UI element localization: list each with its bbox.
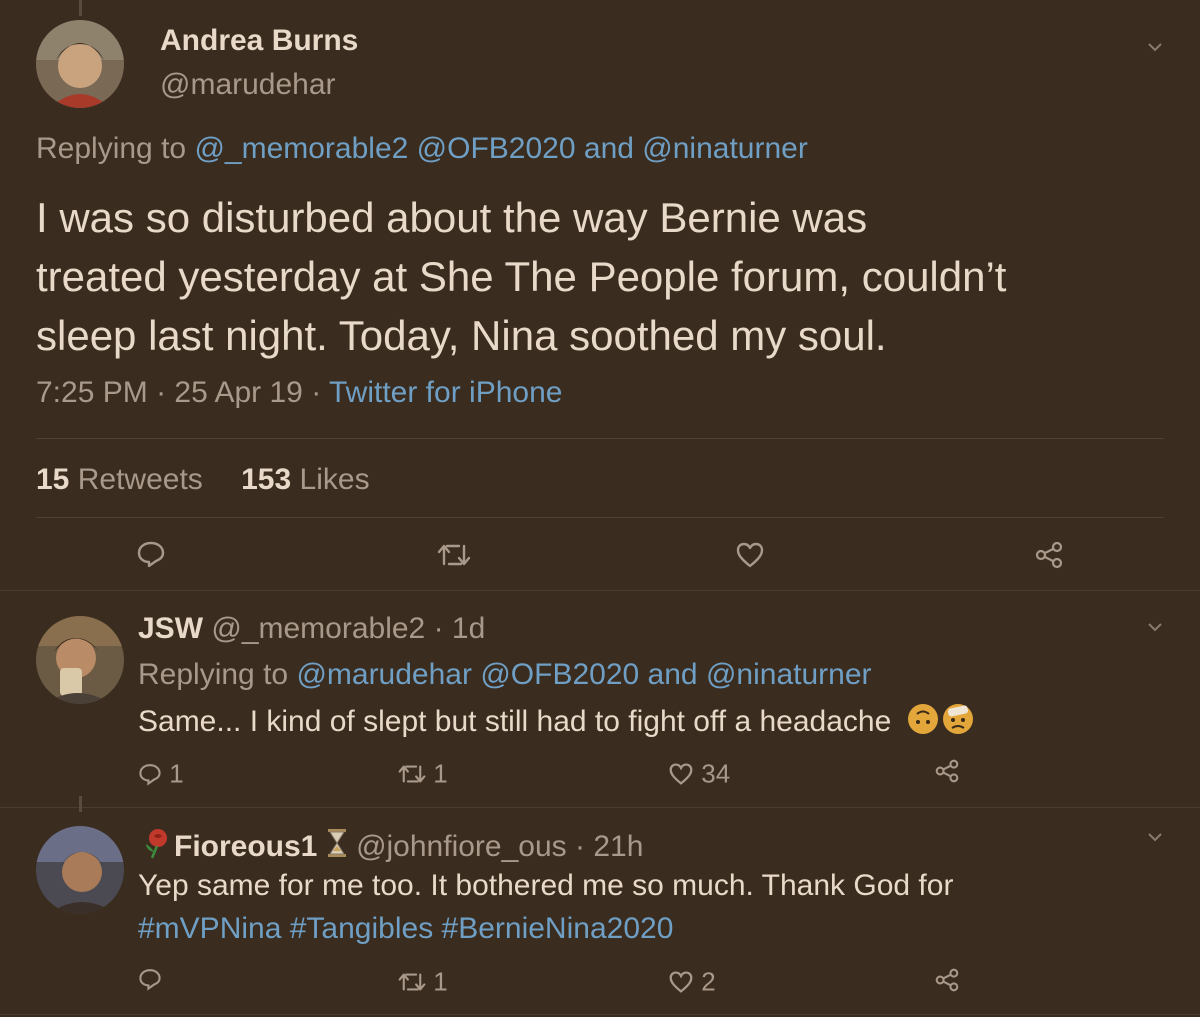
chevron-down-icon[interactable] [1146,828,1164,846]
replying-and: and [647,658,698,691]
tweet-text-line: sleep last night. Today, Nina soothed my… [36,312,887,359]
author-name[interactable]: JSW [138,612,203,645]
likes-count: 153 [241,463,292,496]
divider [36,517,1164,518]
reply-text: Yep same for me too. It bothered me so m… [138,869,954,902]
mention-link[interactable]: @_memorable2 [194,132,408,165]
tweet-time: 7:25 PM [36,376,148,409]
share-icon[interactable] [934,968,960,992]
reply-age: 1d [451,612,486,645]
avatar[interactable] [36,20,124,108]
chevron-down-icon[interactable] [1146,38,1164,56]
meta-separator: · [566,830,594,863]
hashtag-link[interactable]: #BernieNina2020 [442,912,674,945]
hashtag-link[interactable]: #Tangibles [290,912,433,945]
reply-age: 21h [593,830,644,863]
likes-label: Likes [299,463,370,496]
tweet-text-line: I was so disturbed about the way Bernie … [36,194,868,241]
retweet-icon[interactable] [437,542,471,568]
likes-stat[interactable]: 153 Likes [241,463,369,496]
retweet-icon[interactable]: 1 [398,757,448,790]
reply-icon[interactable]: 1 [138,757,184,790]
mention-link[interactable]: @OFB2020 [480,658,639,691]
upside-down-face-emoji-icon [906,702,940,744]
author-handle[interactable]: @_memorable2 [211,612,425,645]
like-icon[interactable]: 34 [668,757,730,790]
tweet-source[interactable]: Twitter for iPhone [329,376,562,409]
tweet-text-line: treated yesterday at She The People foru… [36,253,1007,300]
reply-count: 1 [169,758,184,789]
replying-and: and [583,132,634,165]
like-icon[interactable]: 2 [668,965,716,998]
bandage-face-emoji-icon [940,702,976,744]
mention-link[interactable]: @ninaturner [706,658,872,691]
retweet-count: 1 [433,758,448,789]
divider [0,1014,1200,1015]
mention-link[interactable]: @ninaturner [642,132,808,165]
replying-line: Replying to @marudehar @OFB2020 and @nin… [138,658,872,692]
reply-text: Same... I kind of slept but still had to… [138,704,892,738]
divider [0,590,1200,591]
replying-prefix: Replying to [138,658,289,691]
author-name[interactable]: Andrea Burns [160,24,358,58]
avatar[interactable] [36,826,124,914]
rose-emoji-icon [140,826,174,868]
engagement-stats: 15 Retweets 153 Likes [36,463,370,497]
divider [36,438,1164,439]
retweets-label: Retweets [77,463,203,496]
reply-icon[interactable] [136,540,166,568]
hourglass-emoji-icon [326,827,348,867]
share-icon[interactable] [934,759,960,783]
avatar[interactable] [36,616,124,704]
replying-line: Replying to @_memorable2 @OFB2020 and @n… [36,132,808,166]
retweets-count: 15 [36,463,70,496]
share-icon[interactable] [1034,541,1064,569]
thread-connector [79,796,82,812]
author-handle[interactable]: @marudehar [160,68,336,102]
hashtag-link[interactable]: #mVPNina [138,912,281,945]
mention-link[interactable]: @marudehar [296,658,472,691]
meta-separator: · [425,612,452,645]
tweet-date: 25 Apr 19 [174,376,303,409]
like-count: 2 [701,966,716,997]
like-count: 34 [701,758,731,789]
author-name[interactable]: Fioreous1 [174,830,317,863]
reply-icon[interactable] [138,967,162,991]
hashtag-row: #mVPNina #Tangibles #BernieNina2020 [138,912,673,946]
tweet-text: I was so disturbed about the way Bernie … [36,188,1006,365]
author-handle[interactable]: @johnfiore_ous [356,830,567,863]
tweet-meta: 7:25 PM · 25 Apr 19 · Twitter for iPhone [36,376,562,410]
chevron-down-icon[interactable] [1146,618,1164,636]
retweets-stat[interactable]: 15 Retweets [36,463,211,496]
thread-connector-top [79,0,82,16]
mention-link[interactable]: @OFB2020 [417,132,576,165]
meta-separator: · [156,376,167,409]
retweet-icon[interactable]: 1 [398,965,448,998]
meta-separator: · [311,376,322,409]
reply-header: JSW @_memorable2 · 1d [138,612,485,646]
divider [0,807,1200,808]
reply-text-row: Same... I kind of slept but still had to… [138,702,976,744]
like-icon[interactable] [735,541,765,569]
reply-header: Fioreous1 @johnfiore_ous · 21h [140,826,643,868]
replying-prefix: Replying to [36,132,187,165]
retweet-count: 1 [433,966,448,997]
